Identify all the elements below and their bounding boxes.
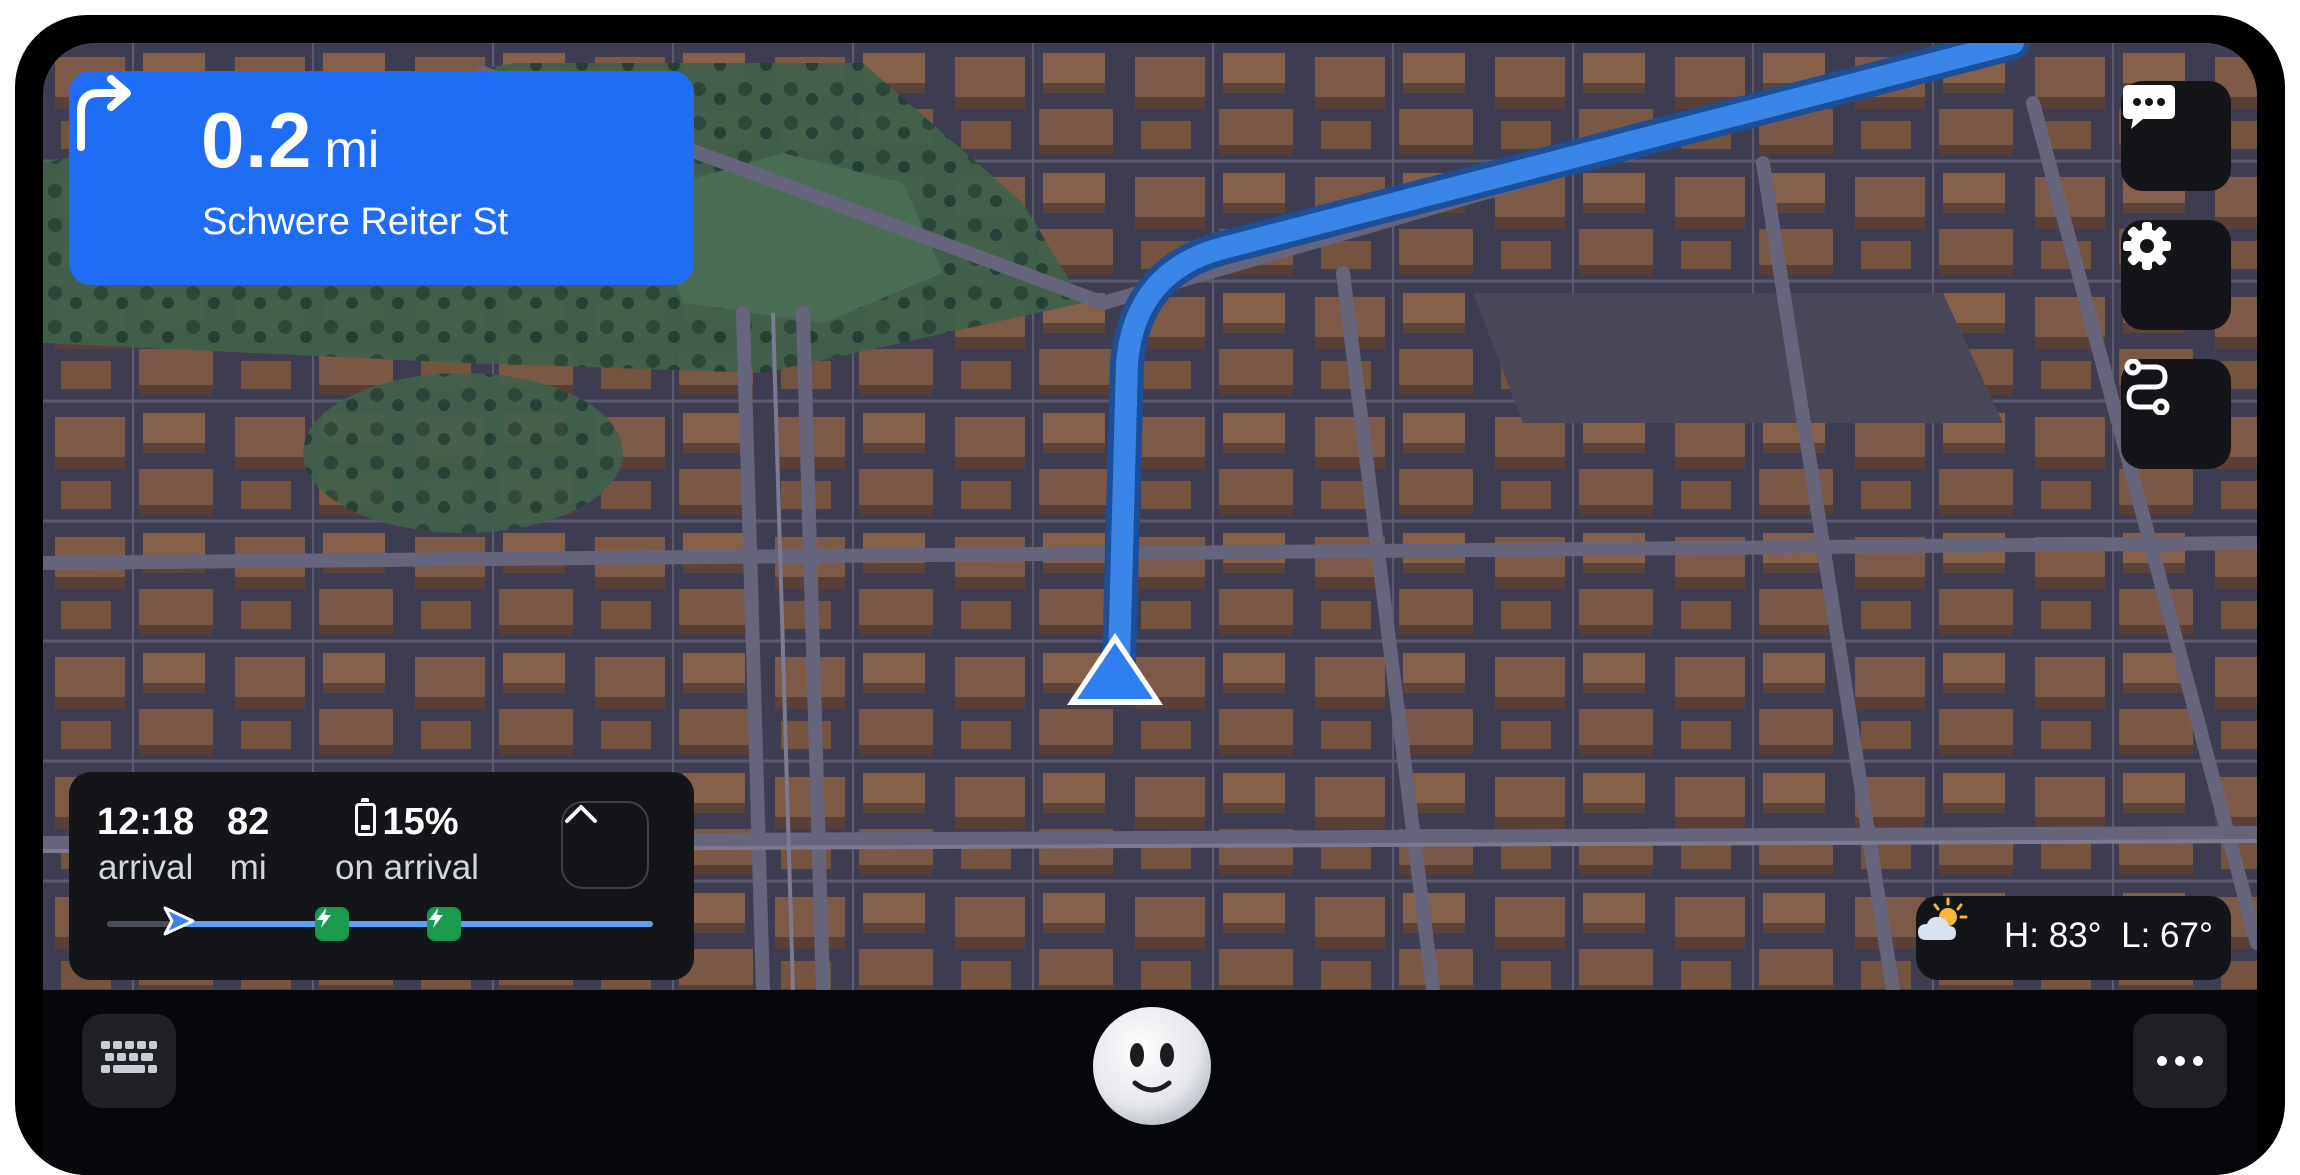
turn-instruction-card[interactable]: 0.2 mi Schwere Reiter St: [69, 71, 694, 285]
battery-label: on arrival: [335, 847, 479, 887]
trip-summary-card[interactable]: 12:18 arrival 82 mi 15% on arrival: [69, 772, 694, 980]
assistant-face-button[interactable]: [1091, 1005, 1213, 1127]
car-display: 0.2 mi Schwere Reiter St 12:18 arrival 8…: [43, 43, 2257, 1175]
route-options-button[interactable]: [2121, 359, 2231, 469]
route-icon: [2124, 359, 2170, 415]
partly-cloudy-icon: [1918, 897, 1968, 940]
battery-icon: [355, 798, 377, 836]
keyboard-icon: [101, 1041, 157, 1073]
distance-value: 0.2: [201, 96, 313, 184]
turn-right-icon: [77, 75, 131, 151]
charging-stop-icon[interactable]: [427, 907, 461, 941]
more-button[interactable]: [2133, 1014, 2227, 1108]
remaining-distance-unit: mi: [229, 847, 267, 887]
device-frame: 0.2 mi Schwere Reiter St 12:18 arrival 8…: [15, 15, 2285, 1175]
chevron-up-icon: [565, 805, 597, 823]
trip-progress-bar: [107, 904, 653, 944]
remaining-distance: 82: [227, 801, 270, 843]
map-view[interactable]: 0.2 mi Schwere Reiter St 12:18 arrival 8…: [43, 43, 2257, 990]
street-name: Schwere Reiter St: [202, 201, 509, 243]
distance-to-turn: 0.2 mi: [201, 101, 379, 179]
arrival-time: 12:18: [97, 801, 195, 843]
battery-stat: 15% on arrival: [335, 798, 479, 888]
chat-button[interactable]: [2121, 81, 2231, 191]
charging-stop-icon[interactable]: [315, 907, 349, 941]
arrival-label: arrival: [97, 847, 194, 887]
keyboard-button[interactable]: [82, 1014, 176, 1108]
more-icon: [2157, 1056, 2203, 1066]
settings-button[interactable]: [2121, 220, 2231, 330]
current-position-icon: [163, 906, 195, 936]
weather-temps: H: 83° L: 67°: [2004, 916, 2213, 956]
chat-icon: [2123, 85, 2175, 129]
settings-gear-icon: [2123, 222, 2171, 270]
expand-trip-button[interactable]: [561, 801, 649, 889]
distance-unit: mi: [324, 121, 380, 179]
arrival-stat: 12:18 arrival: [97, 801, 195, 888]
temp-high: H: 83°: [2004, 916, 2102, 955]
weather-widget[interactable]: H: 83° L: 67°: [1916, 896, 2231, 980]
temp-low: L: 67°: [2121, 916, 2213, 955]
bottom-bar: [43, 990, 2257, 1175]
progress-remaining: [178, 921, 653, 927]
distance-remaining-stat: 82 mi: [227, 801, 270, 888]
battery-on-arrival: 15%: [382, 801, 459, 843]
